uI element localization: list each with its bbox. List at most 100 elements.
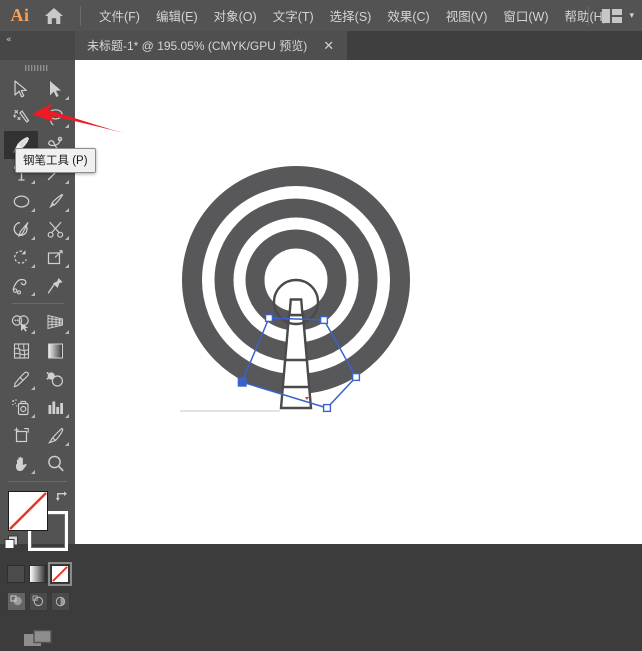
artboard-icon <box>12 426 31 445</box>
path-anchor[interactable] <box>324 405 331 412</box>
menu-type[interactable]: 文字(T) <box>265 3 322 28</box>
mesh-tool[interactable] <box>4 337 38 365</box>
lasso-icon <box>46 108 65 127</box>
eyedropper-icon <box>12 370 31 389</box>
direct-selection-tool[interactable] <box>38 75 72 103</box>
width-tool[interactable] <box>4 271 38 299</box>
hand-tool[interactable] <box>4 449 38 477</box>
toolbar-divider <box>12 303 64 304</box>
toolbar-drag-handle[interactable] <box>0 60 75 74</box>
menu-object[interactable]: 对象(O) <box>206 3 265 28</box>
draw-mode-row <box>0 583 75 611</box>
tools-panel <box>0 60 75 544</box>
perspective-grid-icon <box>45 314 65 332</box>
menu-item-list: 文件(F) 编辑(E) 对象(O) 文字(T) 选择(S) 效果(C) 视图(V… <box>91 3 615 28</box>
flyout-indicator <box>31 330 35 334</box>
arrow-cursor-icon <box>13 80 29 98</box>
slice-tool[interactable] <box>38 421 72 449</box>
free-transform-tool[interactable] <box>38 271 72 299</box>
slice-knife-icon <box>46 426 65 445</box>
menu-effect[interactable]: 效果(C) <box>379 3 437 28</box>
draw-behind-icon <box>32 595 45 608</box>
rotate-arrow-icon <box>12 248 31 267</box>
color-mode-button[interactable] <box>7 565 25 583</box>
menu-bar: Ai 文件(F) 编辑(E) 对象(O) 文字(T) 选择(S) 效果(C) 视… <box>0 0 642 31</box>
fill-swatch[interactable] <box>8 491 48 531</box>
flyout-indicator <box>31 208 35 212</box>
column-graph-tool[interactable] <box>38 393 72 421</box>
scale-box-icon <box>46 248 65 267</box>
double-chevron-left-icon: « <box>6 35 11 45</box>
shape-builder-tool[interactable] <box>4 309 38 337</box>
gradient-mode-button[interactable] <box>29 565 47 583</box>
eyedropper-tool[interactable] <box>4 365 38 393</box>
workspace-layout-icon <box>602 9 622 23</box>
illustrator-window: Ai 文件(F) 编辑(E) 对象(O) 文字(T) 选择(S) 效果(C) 视… <box>0 0 642 544</box>
artboard-tool[interactable] <box>4 421 38 449</box>
path-anchor-selected[interactable] <box>238 378 246 386</box>
flyout-indicator <box>31 180 35 184</box>
flyout-indicator <box>31 292 35 296</box>
toolbar-divider-2 <box>8 481 67 482</box>
menu-file[interactable]: 文件(F) <box>91 3 148 28</box>
home-icon[interactable] <box>34 6 74 26</box>
zoom-tool[interactable] <box>38 449 72 477</box>
workspace-divider <box>588 6 589 26</box>
menu-select[interactable]: 选择(S) <box>322 3 380 28</box>
draw-normal-button[interactable] <box>7 592 26 611</box>
flyout-indicator <box>31 386 35 390</box>
magic-wand-tool[interactable] <box>4 103 38 131</box>
artboard-canvas[interactable] <box>75 60 642 544</box>
draw-behind-button[interactable] <box>29 592 48 611</box>
shaper-tool[interactable] <box>4 215 38 243</box>
flyout-indicator <box>31 414 35 418</box>
path-anchor[interactable] <box>353 374 360 381</box>
free-transform-pin-icon <box>46 276 65 295</box>
symbol-sprayer-icon <box>11 398 31 417</box>
rotate-tool[interactable] <box>4 243 38 271</box>
ellipse-tool[interactable] <box>4 187 38 215</box>
flyout-indicator <box>65 264 69 268</box>
perspective-grid-tool[interactable] <box>38 309 72 337</box>
scale-tool[interactable] <box>38 243 72 271</box>
path-anchor[interactable] <box>266 315 273 322</box>
flyout-indicator <box>65 236 69 240</box>
selection-tool[interactable] <box>4 75 38 103</box>
scissors-tool[interactable] <box>38 215 72 243</box>
lasso-tool[interactable] <box>38 103 72 131</box>
flyout-indicator <box>65 96 69 100</box>
change-screen-mode-button[interactable] <box>0 611 75 651</box>
draw-inside-button[interactable] <box>51 592 70 611</box>
menu-edit[interactable]: 编辑(E) <box>148 3 206 28</box>
screen-mode-icon <box>23 629 53 651</box>
blend-tool[interactable] <box>38 365 72 393</box>
gradient-tool[interactable] <box>38 337 72 365</box>
ai-logo-icon: Ai <box>0 5 34 26</box>
panel-collapse-button[interactable]: « <box>0 31 75 60</box>
gradient-icon <box>46 342 65 360</box>
ellipse-shape-icon <box>12 193 31 209</box>
default-fill-stroke-icon[interactable] <box>4 535 19 550</box>
document-tab-title: 未标题-1* @ 195.05% (CMYK/GPU 预览) <box>87 37 307 54</box>
flyout-indicator <box>65 124 69 128</box>
path-anchor[interactable] <box>321 317 328 324</box>
menu-view[interactable]: 视图(V) <box>438 3 496 28</box>
magnifier-icon <box>46 454 65 473</box>
warp-width-icon <box>11 276 31 295</box>
swap-fill-stroke-icon[interactable] <box>55 489 70 504</box>
none-mode-button[interactable] <box>51 565 69 583</box>
shape-builder-icon <box>11 314 31 332</box>
artwork-svg <box>75 60 642 544</box>
menu-window[interactable]: 窗口(W) <box>495 3 556 28</box>
pencil-circle-icon <box>12 220 31 239</box>
direct-select-arrow-icon <box>47 80 63 98</box>
symbol-sprayer-tool[interactable] <box>4 393 38 421</box>
workspace-switcher[interactable]: ▾ <box>582 0 634 31</box>
grip-dots-icon <box>25 65 51 71</box>
hand-icon <box>12 454 31 473</box>
document-tab[interactable]: 未标题-1* @ 195.05% (CMYK/GPU 预览) ✕ <box>75 31 347 60</box>
paintbrush-tool[interactable] <box>38 187 72 215</box>
chevron-down-icon: ▾ <box>629 11 634 20</box>
tool-grid <box>0 74 75 477</box>
close-icon[interactable]: ✕ <box>323 39 334 52</box>
